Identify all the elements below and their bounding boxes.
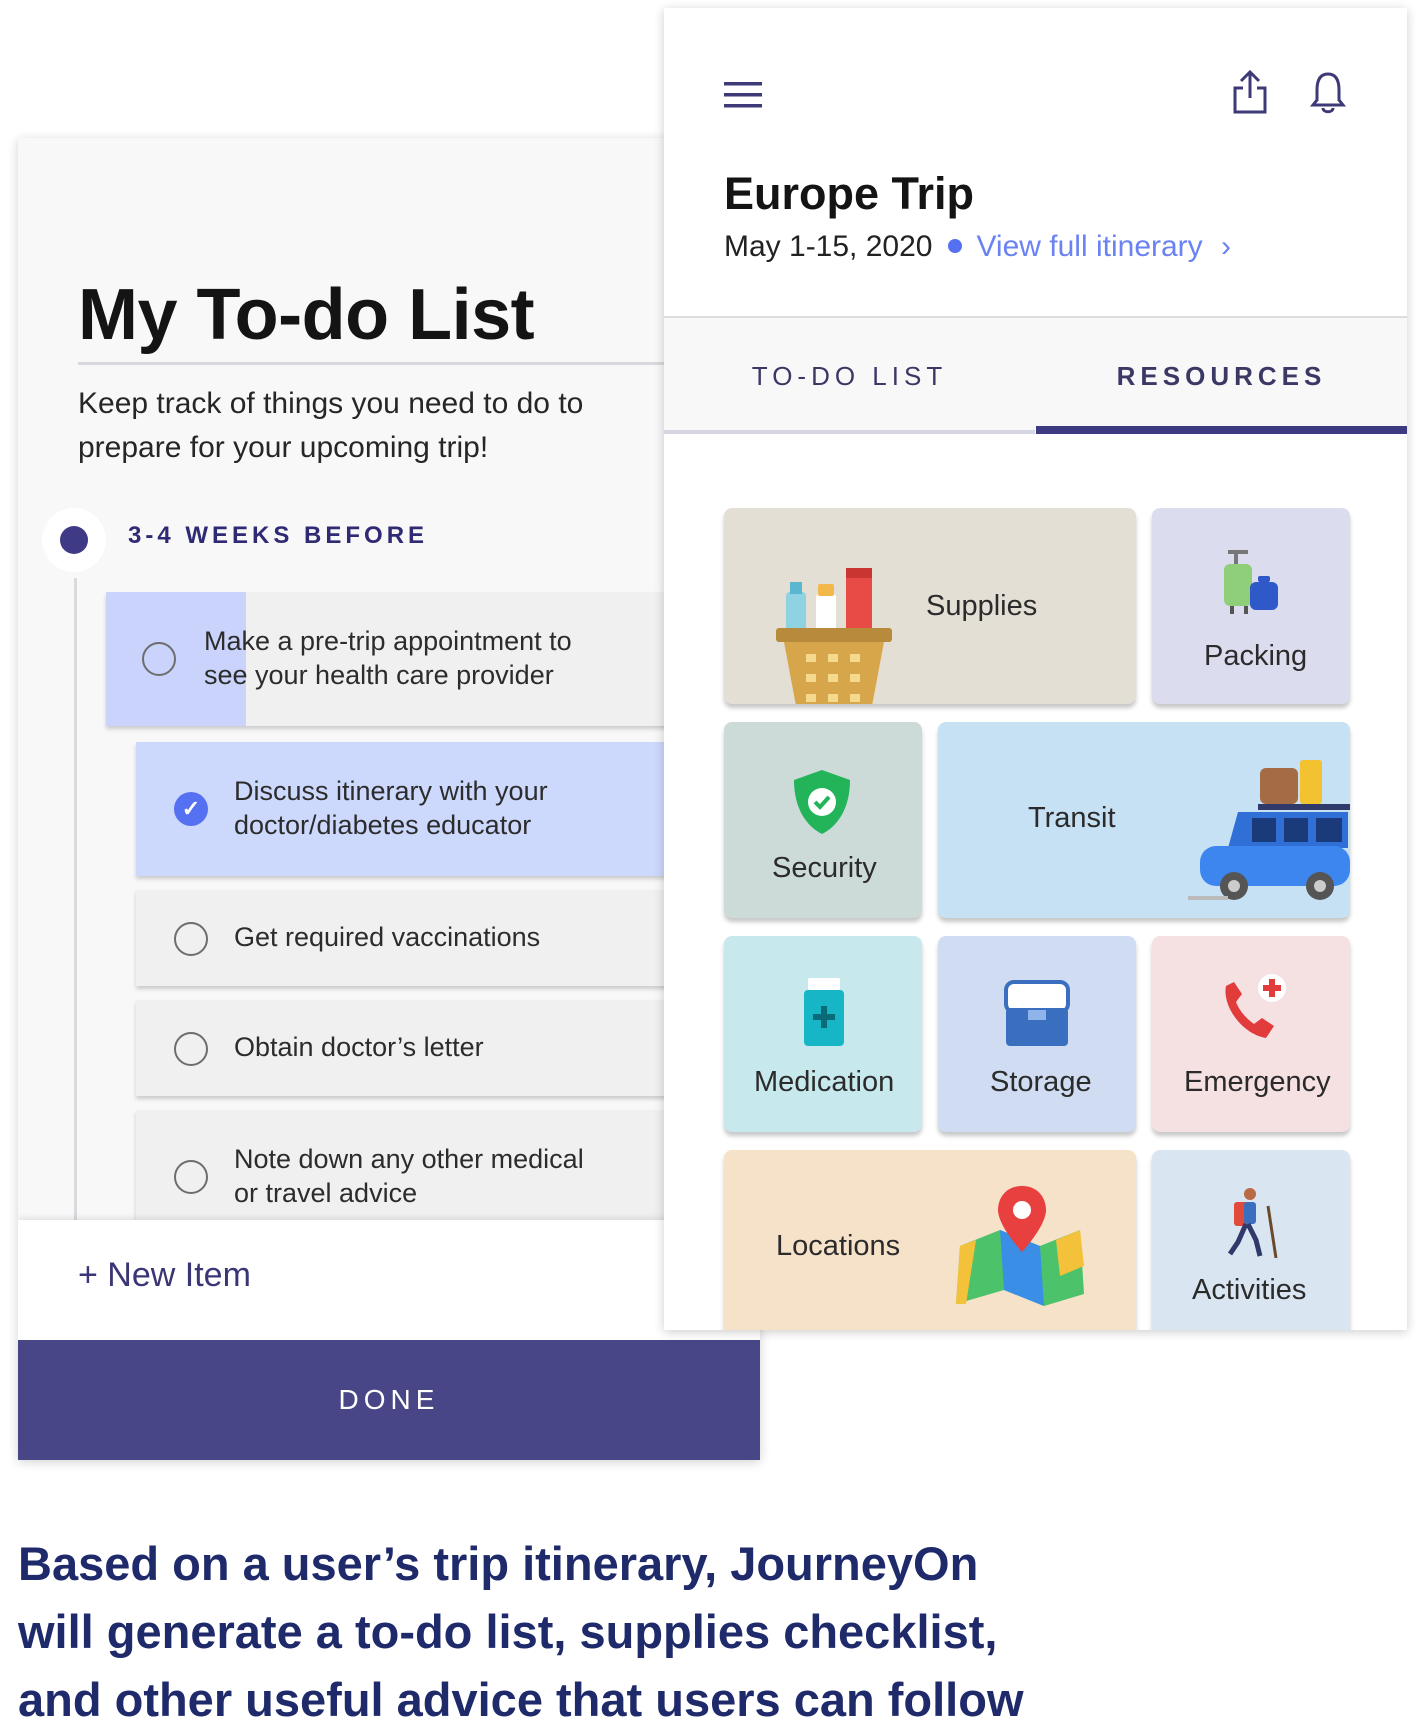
- tile-label: Transit: [1028, 802, 1116, 834]
- map-pin-icon: [956, 1186, 1084, 1306]
- resource-tile-packing[interactable]: Packing: [1152, 508, 1350, 704]
- chevron-right-icon[interactable]: ›: [1221, 230, 1231, 263]
- medicine-bottle-icon: [804, 978, 844, 1046]
- resource-tile-transit[interactable]: Transit: [938, 722, 1350, 918]
- title-divider: [78, 362, 678, 365]
- new-item-button[interactable]: + New Item: [78, 1256, 251, 1295]
- task-text-line: Discuss itinerary with your: [234, 776, 548, 806]
- tab-todo-list[interactable]: TO-DO LIST: [664, 318, 1035, 434]
- menu-icon[interactable]: [724, 80, 762, 115]
- unchecked-circle-icon[interactable]: [142, 642, 176, 676]
- task-text-line: doctor/diabetes educator: [234, 810, 532, 840]
- tab-resources[interactable]: RESOURCES: [1036, 318, 1407, 434]
- tile-label: Medication: [754, 1066, 895, 1098]
- new-item-bar: + New Item: [18, 1220, 760, 1340]
- unchecked-circle-icon[interactable]: [174, 1032, 208, 1066]
- car-icon: [1188, 760, 1350, 900]
- trip-title: Europe Trip: [724, 168, 975, 219]
- tile-label: Packing: [1204, 640, 1308, 672]
- task-text-line: Make a pre-trip appointment to: [204, 626, 572, 656]
- bell-icon[interactable]: [1309, 70, 1347, 119]
- task-text-line: see your health care provider: [204, 660, 554, 690]
- task-text-line: Get required vaccinations: [234, 922, 541, 952]
- resource-tile-storage[interactable]: Storage: [938, 936, 1136, 1132]
- tile-label: Storage: [990, 1066, 1092, 1098]
- view-itinerary-link[interactable]: View full itinerary: [976, 230, 1202, 263]
- resource-tile-activities[interactable]: Activities: [1152, 1150, 1350, 1330]
- tile-label: Locations: [776, 1230, 901, 1262]
- hiker-icon: [1227, 1188, 1278, 1258]
- resource-tile-security[interactable]: Security: [724, 722, 922, 918]
- tile-label: Emergency: [1184, 1066, 1331, 1098]
- resource-tile-medication[interactable]: Medication: [724, 936, 922, 1132]
- task-text-line: Obtain doctor’s letter: [234, 1032, 484, 1062]
- tile-label: Supplies: [926, 590, 1038, 622]
- phone-icon: [1225, 974, 1286, 1038]
- done-button[interactable]: DONE: [18, 1340, 760, 1460]
- timeline-dot: [60, 526, 88, 554]
- timeline-section-header: 3-4 WEEKS BEFORE: [42, 508, 642, 572]
- luggage-icon: [1224, 550, 1278, 614]
- section-label: 3-4 WEEKS BEFORE: [128, 522, 429, 549]
- resource-tile-emergency[interactable]: Emergency: [1152, 936, 1350, 1132]
- bullet-dot: [948, 239, 963, 254]
- tab-bar: TO-DO LIST RESOURCES: [664, 318, 1407, 434]
- shield-icon: [794, 770, 850, 834]
- task-text-line: Note down any other medical: [234, 1144, 584, 1174]
- tile-label: Activities: [1192, 1274, 1307, 1306]
- unchecked-circle-icon[interactable]: [174, 922, 208, 956]
- basket-icon: [776, 568, 892, 704]
- resource-tile-locations[interactable]: Locations: [724, 1150, 1136, 1330]
- task-item[interactable]: Make a pre-trip appointment to see your …: [106, 592, 760, 726]
- resources-panel: Europe Trip May 1-15, 2020 View full itin…: [664, 8, 1407, 1330]
- trip-meta: May 1-15, 2020 View full itinerary ›: [724, 230, 1231, 264]
- caption-text: Based on a user’s trip itinerary, Journe…: [18, 1537, 1024, 1726]
- page-subtitle: Keep track of things you need to do to p…: [78, 387, 584, 464]
- resource-tile-supplies[interactable]: Supplies: [724, 508, 1136, 704]
- tile-label: Security: [772, 852, 877, 884]
- todo-panel: My To-do List Keep track of things you n…: [18, 138, 760, 1460]
- unchecked-circle-icon[interactable]: [174, 1160, 208, 1194]
- checked-circle-icon[interactable]: ✓: [174, 792, 208, 826]
- task-text-line: or travel advice: [234, 1178, 418, 1208]
- trip-dates: May 1-15, 2020: [724, 230, 933, 263]
- share-icon[interactable]: [1232, 69, 1268, 119]
- cooler-icon: [1004, 980, 1070, 1046]
- page-title: My To-do List: [78, 275, 535, 355]
